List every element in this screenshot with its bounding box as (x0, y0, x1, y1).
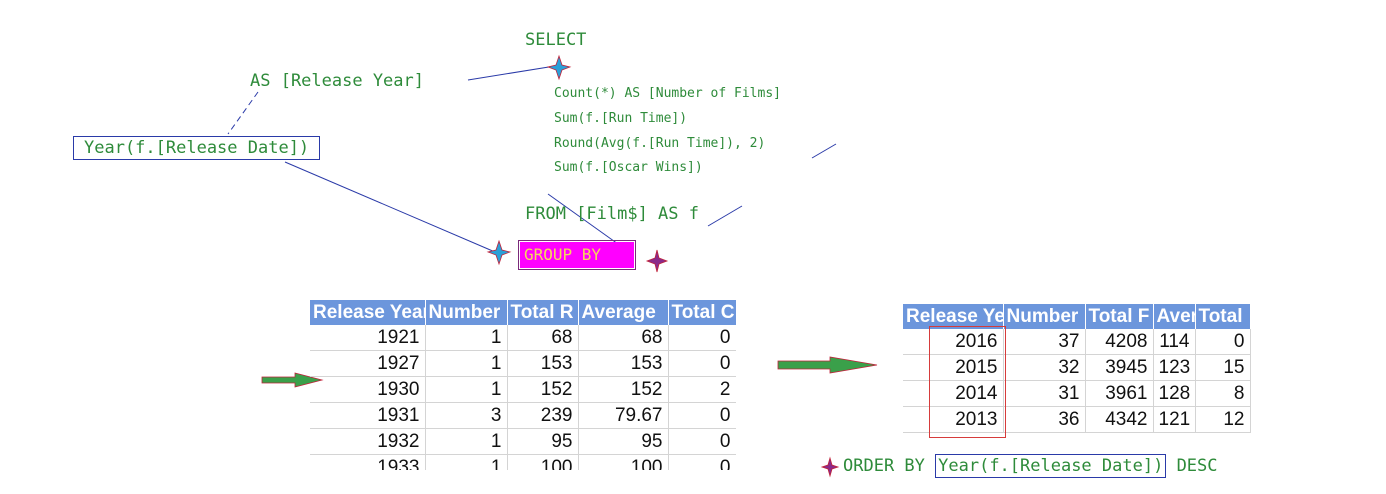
connector-round-stroke (811, 143, 837, 159)
table-cell[interactable]: 152 (507, 376, 579, 403)
connector-as-to-year (227, 91, 259, 135)
sql-group-by: GROUP BY (518, 240, 636, 270)
column-header[interactable]: Number (425, 300, 508, 325)
table-cell[interactable]: 95 (507, 428, 579, 455)
table-cell[interactable]: 1 (425, 428, 508, 455)
table-cell[interactable]: 79.67 (578, 402, 669, 429)
column-header[interactable]: Number (1003, 304, 1086, 329)
table-cell[interactable]: 1930 (310, 376, 426, 403)
sql-sum-runtime: Sum(f.[Run Time]) (554, 111, 688, 126)
column-header[interactable]: Release Year (310, 300, 426, 325)
table-cell[interactable]: 1 (425, 454, 508, 470)
table-cell[interactable]: 152 (578, 376, 669, 403)
table-cell[interactable]: 0 (1195, 329, 1251, 355)
sql-as-release-year: AS [Release Year] (250, 71, 424, 91)
star-marker-groupby-right (645, 249, 669, 273)
grouped-results-table: Release Year Number Total R Average Total C … (310, 300, 736, 470)
table-cell[interactable]: 3945 (1085, 354, 1154, 381)
table-cell[interactable]: 128 (1153, 380, 1196, 407)
table-cell[interactable]: 36 (1003, 406, 1086, 433)
column-header[interactable]: Total F (1085, 304, 1154, 329)
table-cell[interactable]: 4208 (1085, 329, 1154, 355)
year-column-highlight (929, 326, 1006, 438)
table-cell[interactable]: 12 (1195, 406, 1251, 433)
sql-year-expression: Year(f.[Release Date]) (73, 136, 321, 160)
column-header[interactable]: Average (578, 300, 669, 325)
table-cell[interactable]: 0 (668, 325, 736, 351)
sql-desc: DESC (1176, 456, 1218, 476)
sql-sum-oscar: Sum(f.[Oscar Wins]) (554, 160, 703, 175)
table-cell[interactable]: 123 (1153, 354, 1196, 381)
table-cell[interactable]: 31 (1003, 380, 1086, 407)
table-cell[interactable]: 1 (425, 376, 508, 403)
sql-from-line: FROM [Film$] AS f (525, 204, 699, 224)
table-cell[interactable]: 68 (578, 325, 669, 351)
table-cell[interactable]: 0 (668, 350, 736, 377)
table-cell[interactable]: 1921 (310, 325, 426, 351)
table-cell[interactable]: 114 (1153, 329, 1196, 355)
table-cell[interactable]: 3 (425, 402, 508, 429)
table-cell[interactable]: 1 (425, 325, 508, 351)
table-row: 1932 1 95 95 0 (310, 428, 736, 455)
table-cell[interactable]: 3961 (1085, 380, 1154, 407)
table-cell[interactable]: 1933 (310, 454, 426, 470)
table-cell[interactable]: 37 (1003, 329, 1086, 355)
table-cell[interactable]: 100 (578, 454, 669, 470)
table-cell[interactable]: 1927 (310, 350, 426, 377)
table-cell[interactable]: 0 (668, 454, 736, 470)
sql-order-by: ORDER BY (843, 456, 925, 476)
sql-count-line: Count(*) AS [Number of Films] (554, 86, 781, 101)
table-cell[interactable]: 121 (1153, 406, 1196, 433)
table-cell[interactable]: 153 (578, 350, 669, 377)
star-marker-groupby (486, 239, 512, 266)
table-header-row: Release Year Number Total R Average Total C (310, 300, 736, 325)
table-cell[interactable]: 2 (668, 376, 736, 403)
table-cell[interactable]: 0 (668, 402, 736, 429)
left-table-viewport: Release Year Number Total R Average Total C … (300, 296, 736, 470)
connector-alias-stroke (707, 205, 743, 227)
table-row: 1933 1 100 100 0 (310, 454, 736, 470)
table-cell[interactable]: 4342 (1085, 406, 1154, 433)
column-header[interactable]: Avera (1153, 304, 1196, 329)
star-marker-orderby (820, 456, 840, 478)
table-cell[interactable]: 68 (507, 325, 579, 351)
table-cell[interactable]: 1 (425, 350, 508, 377)
table-cell[interactable]: 1931 (310, 402, 426, 429)
star-marker-select (546, 54, 572, 81)
connector-as-to-select (467, 65, 556, 81)
table-row: 1927 1 153 153 0 (310, 350, 736, 377)
sql-select: SELECT (525, 30, 587, 50)
table-row: 1930 1 152 152 2 (310, 376, 736, 403)
sql-order-by-line: ORDER BY Year(f.[Release Date]) DESC (843, 454, 1218, 478)
table-row: 1931 3 239 79.67 0 (310, 402, 736, 429)
table-cell[interactable]: 153 (507, 350, 579, 377)
arrow-right-icon (777, 356, 878, 374)
column-header[interactable]: Total (1195, 304, 1251, 329)
table-cell[interactable]: 100 (507, 454, 579, 470)
connector-year-to-groupby (284, 161, 496, 253)
column-header[interactable]: Total C (668, 300, 736, 325)
table-cell[interactable]: 239 (507, 402, 579, 429)
table-cell[interactable]: 1932 (310, 428, 426, 455)
table-row: 1921 1 68 68 0 (310, 325, 736, 351)
sql-round-avg: Round(Avg(f.[Run Time]), 2) (554, 136, 766, 151)
table-cell[interactable]: 15 (1195, 354, 1251, 381)
column-header[interactable]: Total R (507, 300, 579, 325)
table-cell[interactable]: 95 (578, 428, 669, 455)
sql-order-expression: Year(f.[Release Date]) (935, 454, 1167, 478)
table-cell[interactable]: 8 (1195, 380, 1251, 407)
table-cell[interactable]: 0 (668, 428, 736, 455)
table-cell[interactable]: 32 (1003, 354, 1086, 381)
